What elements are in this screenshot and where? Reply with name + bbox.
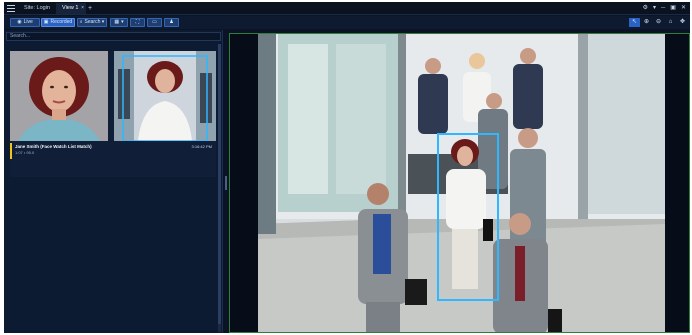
search-input[interactable]: Search... [6, 32, 221, 41]
add-tab-icon[interactable]: + [88, 3, 92, 14]
pan-tool[interactable]: ✥ [677, 18, 688, 27]
zoom-out-tool[interactable]: ⊖ [653, 18, 664, 27]
layout-button[interactable]: ▦ ▾ [110, 18, 128, 27]
grid-layout-icon: ▦ [114, 19, 120, 25]
live-button[interactable]: ◉ Live [10, 18, 40, 27]
search-icon: ⌕ [79, 19, 83, 25]
match-indicator-bar [10, 143, 12, 159]
minimize-icon[interactable]: ─ [661, 4, 665, 13]
monitor-icon: ▭ [152, 19, 157, 25]
person-icon: ♟ [169, 19, 174, 25]
chevron-down-icon: ▾ [101, 19, 105, 25]
home-icon: ⌂ [668, 19, 673, 25]
match-timestamp: 3:16:42 PM [191, 144, 212, 149]
pan-icon: ✥ [679, 19, 686, 25]
face-portrait-image [10, 51, 108, 141]
title-bar: Site: Login View 1 × + ⚙ ▾ ─ ▣ ✕ [4, 2, 690, 15]
snapshot-button[interactable]: ▭ [147, 18, 162, 27]
tab-view-1[interactable]: View 1 × [56, 3, 86, 14]
pointer-tool[interactable]: ↖ [629, 18, 640, 27]
camera-video-tile[interactable] [229, 33, 690, 333]
tab-label: Site: Login [24, 5, 50, 11]
vms-application: Site: Login View 1 × + ⚙ ▾ ─ ▣ ✕ ◉ Live ▣… [4, 2, 690, 333]
tab-site-login[interactable]: Site: Login [18, 3, 56, 14]
detection-snapshot-thumbnail [114, 51, 216, 141]
zoom-out-icon: ⊖ [655, 19, 662, 25]
watchlist-face-thumbnail [10, 51, 108, 141]
toolbar: ◉ Live ▣ Recorded ⌕ Search ▾ ▦ ▾ ⛶ ▭ ♟ ↖ ⊕ ⊖… [4, 16, 690, 29]
restore-icon[interactable]: ▣ [670, 4, 676, 13]
eye-icon: ◉ [17, 19, 22, 25]
chevron-down-icon[interactable]: ▾ [653, 4, 656, 13]
close-icon[interactable]: × [81, 3, 84, 14]
close-window-icon[interactable]: ✕ [681, 4, 686, 13]
search-results-panel: Search... Jane Smith (Face Watch List Ma… [4, 30, 223, 333]
search-button[interactable]: ⌕ Search ▾ [77, 18, 107, 27]
results-scrollbar[interactable] [218, 44, 221, 332]
match-title: Jane Smith (Face Watch List Match) [15, 144, 92, 149]
tab-label: View 1 [62, 5, 79, 11]
camera-feed-image [258, 34, 665, 332]
chevron-down-icon: ▾ [121, 19, 124, 25]
hamburger-menu-icon[interactable] [7, 5, 15, 12]
zoom-in-tool[interactable]: ⊕ [641, 18, 652, 27]
settings-icon[interactable]: ⚙ [643, 4, 648, 13]
recorded-icon: ▣ [43, 19, 49, 25]
match-details: 1:07 • 95.0 [15, 150, 35, 155]
scrollbar-thumb[interactable] [218, 44, 221, 324]
recorded-button[interactable]: ▣ Recorded [41, 18, 75, 27]
splitter-grip-icon[interactable] [225, 176, 227, 190]
cursor-icon: ↖ [631, 19, 638, 25]
lobby-scene [258, 34, 665, 332]
window-controls: ⚙ ▾ ─ ▣ ✕ [643, 4, 686, 13]
face-match-result-card[interactable]: Jane Smith (Face Watch List Match) 1:07 … [10, 51, 216, 177]
zoom-in-icon: ⊕ [643, 19, 650, 25]
home-tool[interactable]: ⌂ [665, 18, 676, 27]
snapshot-image [114, 51, 216, 141]
fullscreen-icon: ⛶ [135, 19, 140, 25]
people-button[interactable]: ♟ [164, 18, 179, 27]
fullscreen-button[interactable]: ⛶ [130, 18, 145, 27]
